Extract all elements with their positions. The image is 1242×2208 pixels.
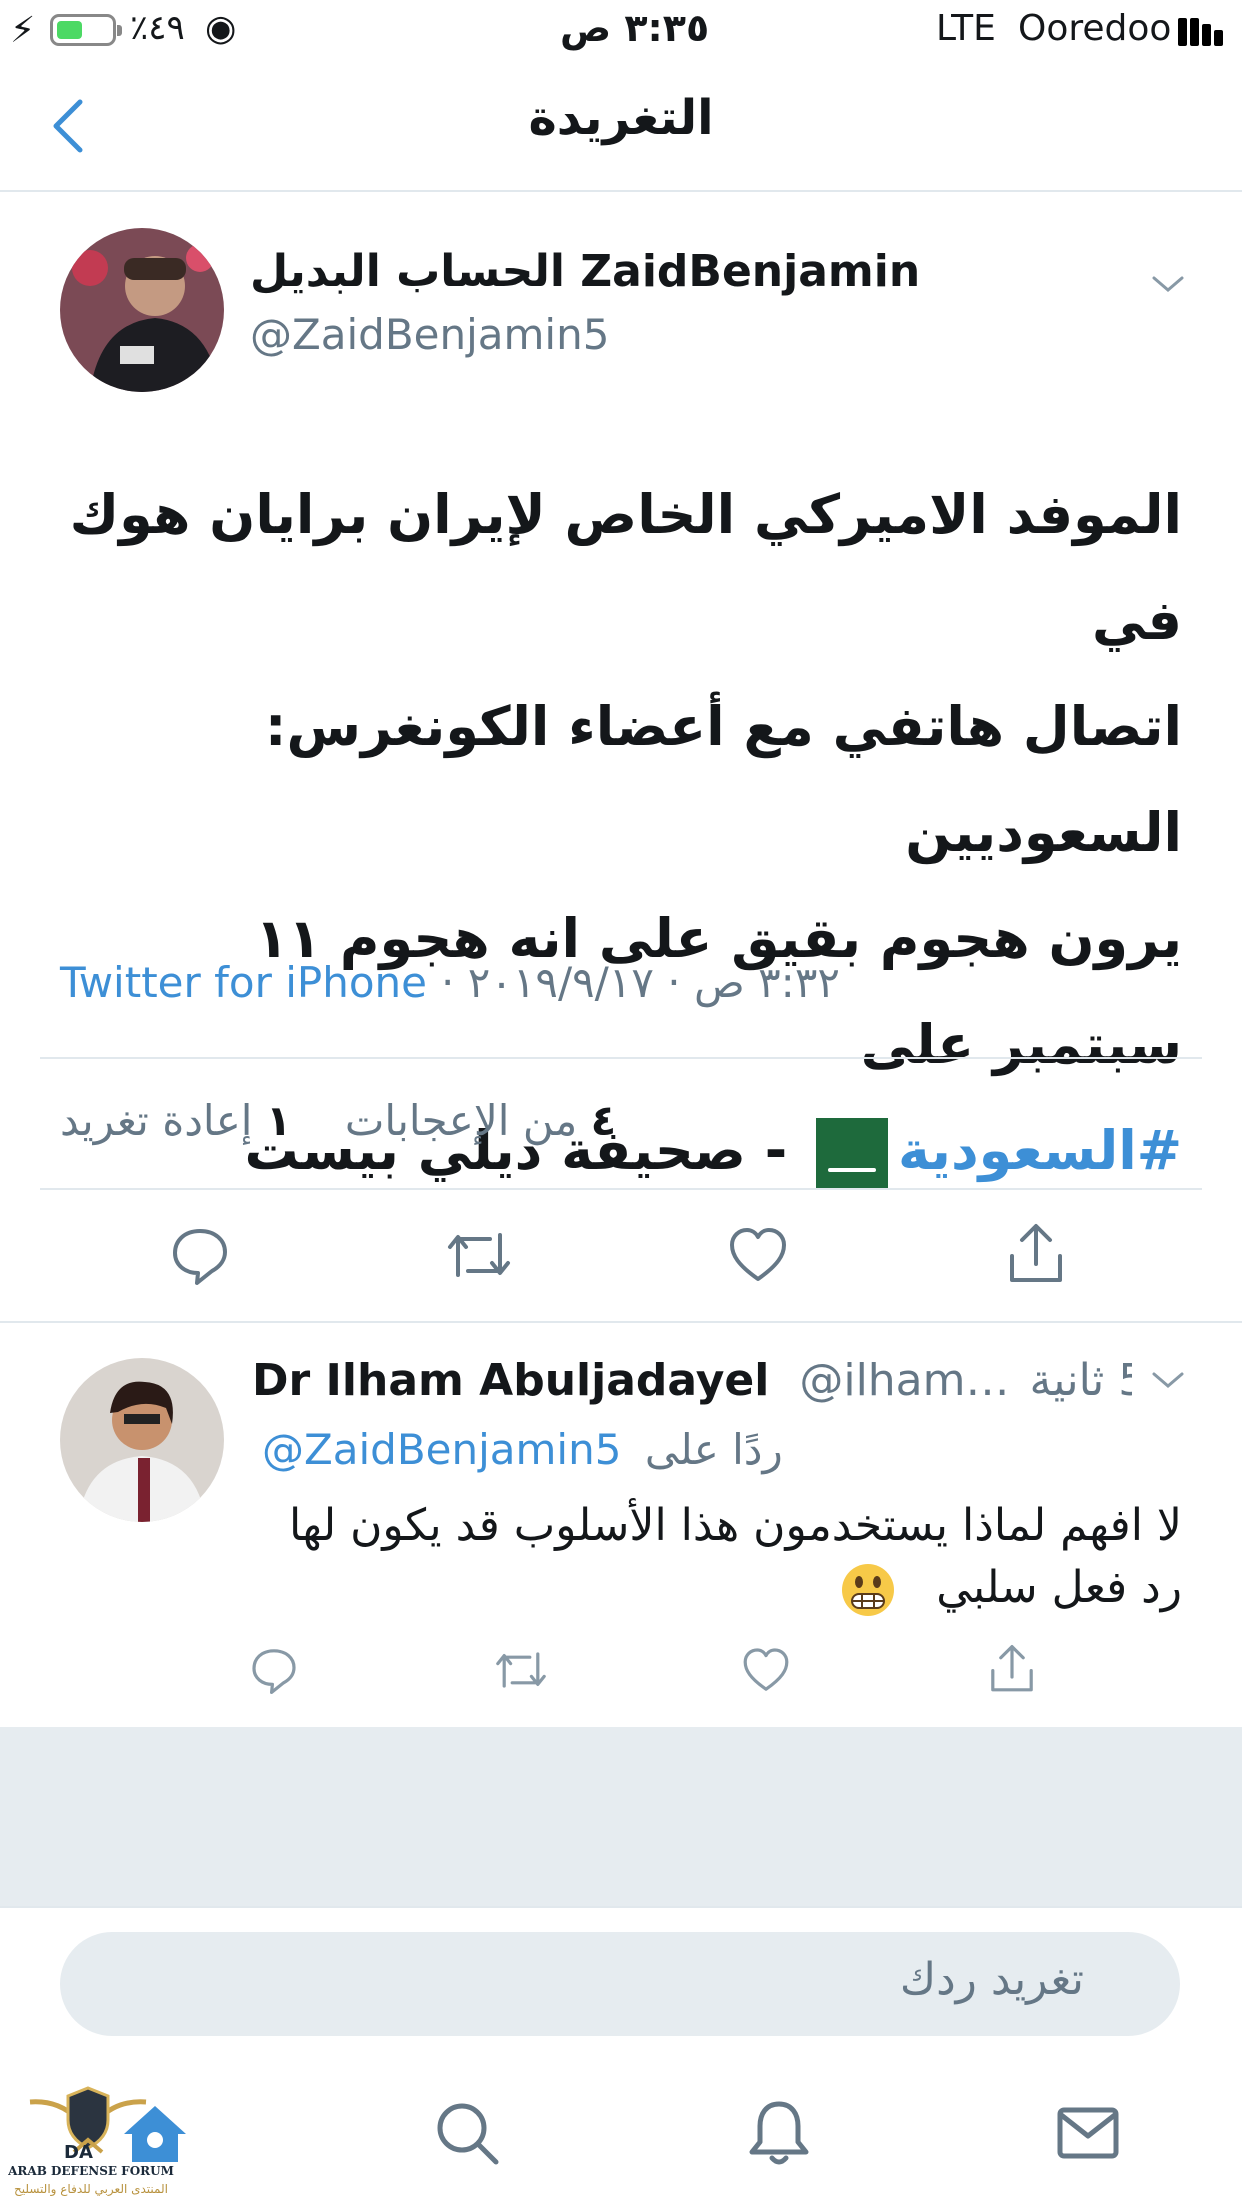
reply-retweet-button[interactable] bbox=[494, 1646, 548, 1694]
reply-avatar[interactable] bbox=[60, 1358, 224, 1522]
reply-author-name[interactable]: Dr Ilham Abuljadayel bbox=[252, 1355, 769, 1406]
likes-stat[interactable]: ٤ من الإعجابات bbox=[345, 1096, 616, 1145]
signal-icon bbox=[1178, 16, 1228, 46]
share-icon bbox=[991, 1645, 1033, 1692]
notifications-icon bbox=[749, 2101, 809, 2165]
status-time: ٣:٣٥ ص bbox=[560, 6, 710, 50]
hashtag-link[interactable]: #السعودية bbox=[898, 1119, 1182, 1182]
empty-panel bbox=[0, 1727, 1242, 1907]
tweet-text-line: الموفد الاميركي الخاص لإيران برايان هوك … bbox=[69, 483, 1182, 652]
tweet-text-line: اتصال هاتفي مع أعضاء الكونغرس: السعوديين bbox=[264, 695, 1182, 864]
reply-text-line: رد فعل سلبي bbox=[252, 1557, 1182, 1619]
share-icon bbox=[1010, 1224, 1062, 1282]
orientation-lock-icon: ◉ bbox=[205, 8, 237, 49]
messages-icon bbox=[1057, 2107, 1119, 2159]
battery-icon bbox=[50, 14, 122, 46]
search-icon bbox=[437, 2103, 499, 2165]
tweet-text: الموفد الاميركي الخاص لإيران برايان هوك … bbox=[60, 462, 1182, 1204]
charging-icon: ⚡ bbox=[10, 10, 36, 51]
reply-icon bbox=[252, 1649, 296, 1694]
saudi-flag-icon bbox=[815, 1118, 888, 1191]
divider bbox=[40, 1057, 1202, 1059]
grimacing-face-icon bbox=[842, 1564, 895, 1616]
retweet-icon bbox=[448, 1233, 510, 1277]
retweets-stat[interactable]: ١ إعادة تغريد bbox=[60, 1096, 291, 1145]
tweet-stats: ٤ من الإعجابات ١ إعادة تغريد bbox=[60, 1096, 616, 1145]
tab-messages[interactable] bbox=[1056, 2106, 1120, 2164]
divider bbox=[0, 190, 1242, 192]
reply-share-button[interactable] bbox=[988, 1643, 1036, 1695]
carrier-name: Ooredoo bbox=[1018, 8, 1172, 49]
reply-icon bbox=[173, 1229, 227, 1285]
replying-to-handle[interactable]: @ZaidBenjamin5 bbox=[262, 1425, 621, 1474]
network-type: LTE bbox=[936, 8, 996, 49]
composer-placeholder: تغريد ردك bbox=[899, 1954, 1084, 2005]
tweet-source-link[interactable]: Twitter for iPhone bbox=[60, 958, 427, 1007]
like-button[interactable] bbox=[728, 1225, 788, 1285]
page-title: التغريدة bbox=[528, 90, 714, 146]
status-bar: ⚡ ٪٤٩ ◉ ٣:٣٥ ص LTE Ooredoo bbox=[0, 0, 1242, 62]
author-name[interactable]: الحساب البديل ZaidBenjamin bbox=[250, 246, 920, 297]
reply-time: · 52 ثانية bbox=[1029, 1355, 1132, 1406]
chevron-down-icon bbox=[1152, 276, 1184, 292]
watermark-subtitle: المنتدى العربي للدفاع والتسليح bbox=[14, 2182, 168, 2196]
divider bbox=[0, 1321, 1242, 1323]
tab-notifications[interactable] bbox=[748, 2098, 810, 2172]
battery-percent: ٪٤٩ bbox=[130, 8, 185, 48]
author-handle[interactable]: @ZaidBenjamin5 bbox=[250, 310, 609, 359]
tweet-menu-button[interactable] bbox=[1150, 272, 1186, 300]
divider bbox=[40, 1188, 1202, 1190]
reply-text-line: لا افهم لماذا يستخدمون هذا الأسلوب قد يك… bbox=[289, 1500, 1182, 1551]
watermark-title: ARAB DEFENSE FORUM bbox=[8, 2164, 174, 2178]
heart-icon bbox=[743, 1648, 789, 1691]
watermark: DA ARAB DEFENSE FORUM المنتدى العربي للد… bbox=[6, 2082, 176, 2206]
reply-header: Dr Ilham Abuljadayel @ilham… · 52 ثانية bbox=[252, 1355, 1132, 1406]
tab-search[interactable] bbox=[434, 2100, 500, 2170]
tweet-meta: Twitter for iPhone ٣:٣٢ ص · ٢٠١٩/٩/١٧ · bbox=[60, 958, 1182, 1007]
reply-author-handle[interactable]: @ilham… bbox=[799, 1355, 1009, 1406]
reply-text: لا افهم لماذا يستخدمون هذا الأسلوب قد يك… bbox=[252, 1495, 1182, 1619]
reply-menu-button[interactable] bbox=[1150, 1368, 1186, 1396]
avatar[interactable] bbox=[60, 228, 224, 392]
replying-to: @ZaidBenjamin5 ردًا على bbox=[262, 1425, 783, 1474]
heart-icon bbox=[730, 1228, 786, 1281]
reply-like-button[interactable] bbox=[742, 1646, 790, 1694]
watermark-badge: DA bbox=[64, 2142, 93, 2163]
divider bbox=[0, 1906, 1242, 1908]
reply-reply-button[interactable] bbox=[250, 1646, 298, 1694]
retweet-button[interactable] bbox=[446, 1225, 512, 1285]
retweet-icon bbox=[496, 1652, 546, 1688]
replying-to-label: ردًا على bbox=[644, 1425, 783, 1474]
reply-button[interactable] bbox=[170, 1225, 230, 1285]
share-button[interactable] bbox=[1006, 1222, 1066, 1286]
reply-composer[interactable]: تغريد ردك bbox=[60, 1932, 1180, 2036]
tweet-timestamp: ٣:٣٢ ص · ٢٠١٩/٩/١٧ · bbox=[441, 958, 840, 1007]
chevron-down-icon bbox=[1152, 1372, 1184, 1388]
